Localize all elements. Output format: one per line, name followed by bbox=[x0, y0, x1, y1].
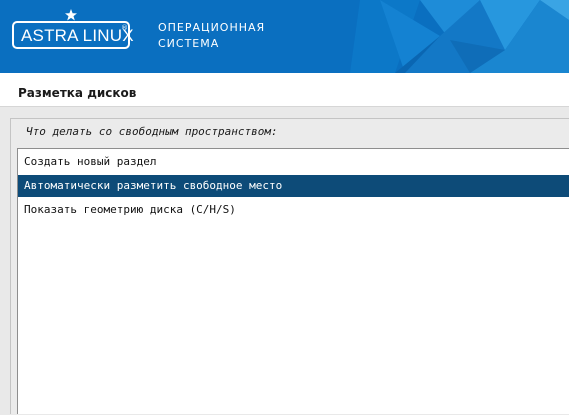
astra-linux-logo: ASTRA LINUX bbox=[12, 21, 134, 49]
page-title: Разметка дисков bbox=[18, 86, 137, 100]
header-banner: ASTRA LINUX ® ОПЕРАЦИОННАЯ СИСТЕМА bbox=[0, 0, 569, 73]
question-label: Что делать со свободным пространством: bbox=[26, 125, 278, 138]
options-listbox[interactable]: Создать новый раздел Автоматически разме… bbox=[17, 148, 569, 414]
registered-mark: ® bbox=[121, 24, 128, 32]
option-show-geometry[interactable]: Показать геометрию диска (C/H/S) bbox=[18, 199, 569, 221]
option-create-partition[interactable]: Создать новый раздел bbox=[18, 151, 569, 173]
star-icon bbox=[65, 9, 77, 21]
option-auto-partition[interactable]: Автоматически разметить свободное место bbox=[18, 175, 569, 197]
subtitle-line-2: СИСТЕМА bbox=[158, 37, 220, 50]
logo-text: ASTRA LINUX bbox=[21, 26, 134, 45]
subtitle-line-1: ОПЕРАЦИОННАЯ bbox=[158, 21, 266, 34]
